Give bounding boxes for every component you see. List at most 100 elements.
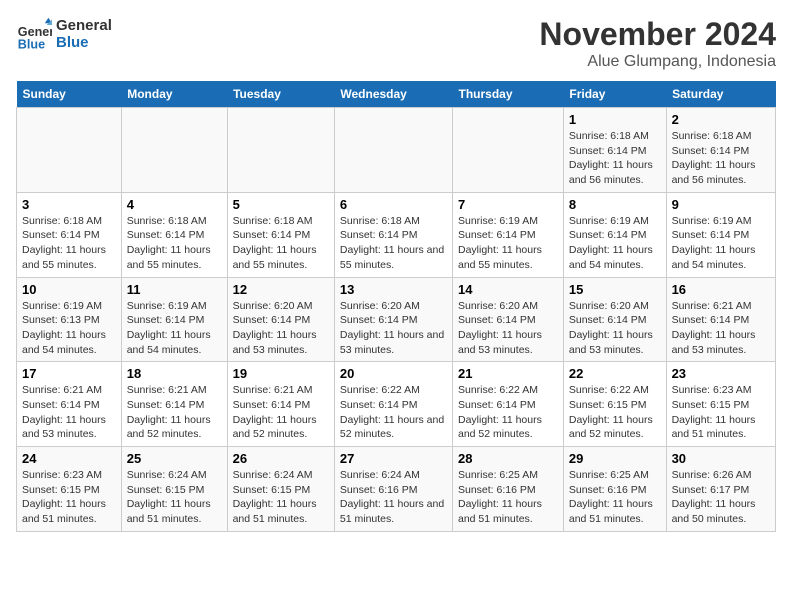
day-number: 18 (127, 366, 222, 381)
calendar-cell: 28 Sunrise: 6:25 AM Sunset: 6:16 PM Dayli… (452, 447, 563, 532)
calendar-cell: 20 Sunrise: 6:22 AM Sunset: 6:14 PM Dayli… (334, 362, 452, 447)
day-info: Sunrise: 6:19 AM Sunset: 6:14 PM Dayligh… (458, 214, 558, 273)
calendar-cell: 25 Sunrise: 6:24 AM Sunset: 6:15 PM Dayli… (121, 447, 227, 532)
day-info: Sunrise: 6:24 AM Sunset: 6:15 PM Dayligh… (127, 468, 222, 527)
calendar-cell: 2 Sunrise: 6:18 AM Sunset: 6:14 PM Daylig… (666, 108, 775, 193)
calendar-cell: 8 Sunrise: 6:19 AM Sunset: 6:14 PM Daylig… (563, 192, 666, 277)
day-info: Sunrise: 6:26 AM Sunset: 6:17 PM Dayligh… (672, 468, 770, 527)
day-info: Sunrise: 6:25 AM Sunset: 6:16 PM Dayligh… (458, 468, 558, 527)
calendar-table: SundayMondayTuesdayWednesdayThursdayFrid… (16, 81, 776, 532)
calendar-cell: 16 Sunrise: 6:21 AM Sunset: 6:14 PM Dayli… (666, 277, 775, 362)
day-info: Sunrise: 6:18 AM Sunset: 6:14 PM Dayligh… (127, 214, 222, 273)
calendar-cell (121, 108, 227, 193)
calendar-cell: 7Sunrise: 6:19 AM Sunset: 6:14 PM Daylig… (452, 192, 563, 277)
day-number: 14 (458, 282, 558, 297)
day-info: Sunrise: 6:19 AM Sunset: 6:14 PM Dayligh… (127, 299, 222, 358)
calendar-cell: 24Sunrise: 6:23 AM Sunset: 6:15 PM Dayli… (17, 447, 122, 532)
calendar-cell: 27 Sunrise: 6:24 AM Sunset: 6:16 PM Dayli… (334, 447, 452, 532)
calendar-cell: 22Sunrise: 6:22 AM Sunset: 6:15 PM Dayli… (563, 362, 666, 447)
day-info: Sunrise: 6:21 AM Sunset: 6:14 PM Dayligh… (127, 383, 222, 442)
day-number: 13 (340, 282, 447, 297)
calendar-cell: 11 Sunrise: 6:19 AM Sunset: 6:14 PM Dayli… (121, 277, 227, 362)
logo-general: General (56, 17, 112, 34)
day-number: 20 (340, 366, 447, 381)
day-number: 11 (127, 282, 222, 297)
day-info: Sunrise: 6:20 AM Sunset: 6:14 PM Dayligh… (340, 299, 447, 358)
calendar-week-row: 1 Sunrise: 6:18 AM Sunset: 6:14 PM Daylig… (17, 108, 776, 193)
calendar-cell: 10 Sunrise: 6:19 AM Sunset: 6:13 PM Dayli… (17, 277, 122, 362)
calendar-cell: 5 Sunrise: 6:18 AM Sunset: 6:14 PM Daylig… (227, 192, 334, 277)
calendar-week-row: 24Sunrise: 6:23 AM Sunset: 6:15 PM Dayli… (17, 447, 776, 532)
day-number: 3 (22, 197, 116, 212)
calendar-day-header: Friday (563, 81, 666, 108)
day-info: Sunrise: 6:18 AM Sunset: 6:14 PM Dayligh… (340, 214, 447, 273)
day-number: 8 (569, 197, 661, 212)
day-number: 4 (127, 197, 222, 212)
day-number: 6 (340, 197, 447, 212)
day-number: 2 (672, 112, 770, 127)
day-info: Sunrise: 6:19 AM Sunset: 6:14 PM Dayligh… (672, 214, 770, 273)
calendar-cell: 30 Sunrise: 6:26 AM Sunset: 6:17 PM Dayli… (666, 447, 775, 532)
calendar-cell: 17Sunrise: 6:21 AM Sunset: 6:14 PM Dayli… (17, 362, 122, 447)
calendar-cell: 3 Sunrise: 6:18 AM Sunset: 6:14 PM Daylig… (17, 192, 122, 277)
svg-text:Blue: Blue (18, 37, 45, 51)
calendar-cell (227, 108, 334, 193)
day-number: 16 (672, 282, 770, 297)
title-block: November 2024 Alue Glumpang, Indonesia (539, 16, 776, 71)
day-info: Sunrise: 6:21 AM Sunset: 6:14 PM Dayligh… (233, 383, 329, 442)
calendar-week-row: 17Sunrise: 6:21 AM Sunset: 6:14 PM Dayli… (17, 362, 776, 447)
calendar-cell: 23Sunrise: 6:23 AM Sunset: 6:15 PM Dayli… (666, 362, 775, 447)
day-number: 30 (672, 451, 770, 466)
page-title: November 2024 (539, 16, 776, 53)
calendar-body: 1 Sunrise: 6:18 AM Sunset: 6:14 PM Daylig… (17, 108, 776, 532)
day-info: Sunrise: 6:18 AM Sunset: 6:14 PM Dayligh… (672, 129, 770, 188)
calendar-cell: 15Sunrise: 6:20 AM Sunset: 6:14 PM Dayli… (563, 277, 666, 362)
calendar-day-header: Thursday (452, 81, 563, 108)
day-number: 15 (569, 282, 661, 297)
calendar-week-row: 3 Sunrise: 6:18 AM Sunset: 6:14 PM Daylig… (17, 192, 776, 277)
calendar-cell (334, 108, 452, 193)
day-info: Sunrise: 6:23 AM Sunset: 6:15 PM Dayligh… (22, 468, 116, 527)
page-header: General Blue General Blue November 2024 … (16, 16, 776, 71)
day-info: Sunrise: 6:19 AM Sunset: 6:13 PM Dayligh… (22, 299, 116, 358)
calendar-cell: 13 Sunrise: 6:20 AM Sunset: 6:14 PM Dayli… (334, 277, 452, 362)
calendar-cell: 6 Sunrise: 6:18 AM Sunset: 6:14 PM Daylig… (334, 192, 452, 277)
day-number: 26 (233, 451, 329, 466)
calendar-cell (452, 108, 563, 193)
calendar-day-header: Tuesday (227, 81, 334, 108)
day-number: 9 (672, 197, 770, 212)
calendar-day-header: Monday (121, 81, 227, 108)
logo: General Blue General Blue (16, 16, 112, 52)
day-number: 19 (233, 366, 329, 381)
day-info: Sunrise: 6:18 AM Sunset: 6:14 PM Dayligh… (233, 214, 329, 273)
day-info: Sunrise: 6:22 AM Sunset: 6:14 PM Dayligh… (340, 383, 447, 442)
day-info: Sunrise: 6:22 AM Sunset: 6:14 PM Dayligh… (458, 383, 558, 442)
day-info: Sunrise: 6:19 AM Sunset: 6:14 PM Dayligh… (569, 214, 661, 273)
calendar-cell (17, 108, 122, 193)
calendar-cell: 29Sunrise: 6:25 AM Sunset: 6:16 PM Dayli… (563, 447, 666, 532)
calendar-cell: 12Sunrise: 6:20 AM Sunset: 6:14 PM Dayli… (227, 277, 334, 362)
calendar-cell: 18 Sunrise: 6:21 AM Sunset: 6:14 PM Dayli… (121, 362, 227, 447)
day-number: 28 (458, 451, 558, 466)
day-number: 29 (569, 451, 661, 466)
calendar-cell: 19 Sunrise: 6:21 AM Sunset: 6:14 PM Dayli… (227, 362, 334, 447)
day-number: 10 (22, 282, 116, 297)
day-number: 25 (127, 451, 222, 466)
calendar-cell: 21Sunrise: 6:22 AM Sunset: 6:14 PM Dayli… (452, 362, 563, 447)
day-info: Sunrise: 6:18 AM Sunset: 6:14 PM Dayligh… (22, 214, 116, 273)
day-info: Sunrise: 6:21 AM Sunset: 6:14 PM Dayligh… (22, 383, 116, 442)
day-info: Sunrise: 6:24 AM Sunset: 6:16 PM Dayligh… (340, 468, 447, 527)
logo-blue: Blue (56, 34, 112, 51)
day-number: 27 (340, 451, 447, 466)
calendar-cell: 1Sunrise: 6:18 AM Sunset: 6:14 PM Daylig… (563, 108, 666, 193)
day-number: 5 (233, 197, 329, 212)
calendar-cell: 14Sunrise: 6:20 AM Sunset: 6:14 PM Dayli… (452, 277, 563, 362)
calendar-day-header: Sunday (17, 81, 122, 108)
calendar-header-row: SundayMondayTuesdayWednesdayThursdayFrid… (17, 81, 776, 108)
calendar-week-row: 10 Sunrise: 6:19 AM Sunset: 6:13 PM Dayli… (17, 277, 776, 362)
day-number: 1 (569, 112, 661, 127)
logo-icon: General Blue (16, 16, 52, 52)
day-number: 23 (672, 366, 770, 381)
day-info: Sunrise: 6:21 AM Sunset: 6:14 PM Dayligh… (672, 299, 770, 358)
calendar-cell: 26Sunrise: 6:24 AM Sunset: 6:15 PM Dayli… (227, 447, 334, 532)
